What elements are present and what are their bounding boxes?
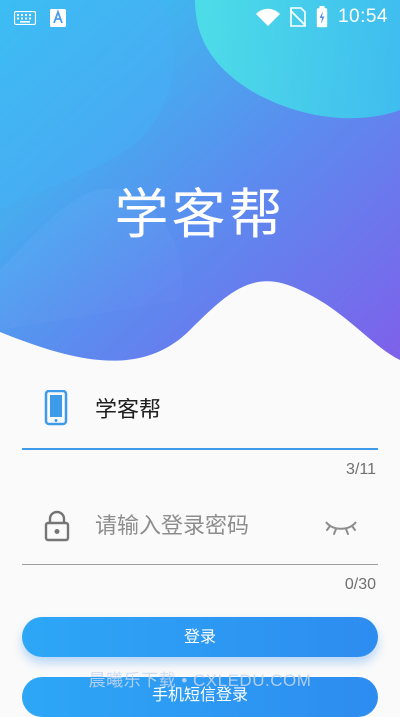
phone-field[interactable]: 学客帮 [22,380,378,450]
password-field[interactable]: 请输入登录密码 [22,498,378,565]
phone-char-counter: 3/11 [346,461,376,478]
font-a-icon [50,9,66,27]
password-char-counter: 0/30 [344,576,376,593]
phone-input-value[interactable]: 学客帮 [95,392,161,424]
eye-closed-icon[interactable] [324,518,358,536]
status-clock: 10:54 [337,6,388,27]
keyboard-icon [14,11,36,25]
wifi-icon [255,8,280,26]
lock-icon [44,510,70,542]
battery-charging-icon [316,6,328,28]
watermark: 晨曦乐下载 • CXLEDU.COM [88,671,312,690]
phone-icon [44,390,68,426]
no-sim-icon [289,7,306,27]
login-button[interactable]: 登录 [22,617,378,657]
password-placeholder[interactable]: 请输入登录密码 [95,508,249,540]
status-bar: 10:54 [0,0,400,36]
app-title: 学客帮 [114,183,286,246]
